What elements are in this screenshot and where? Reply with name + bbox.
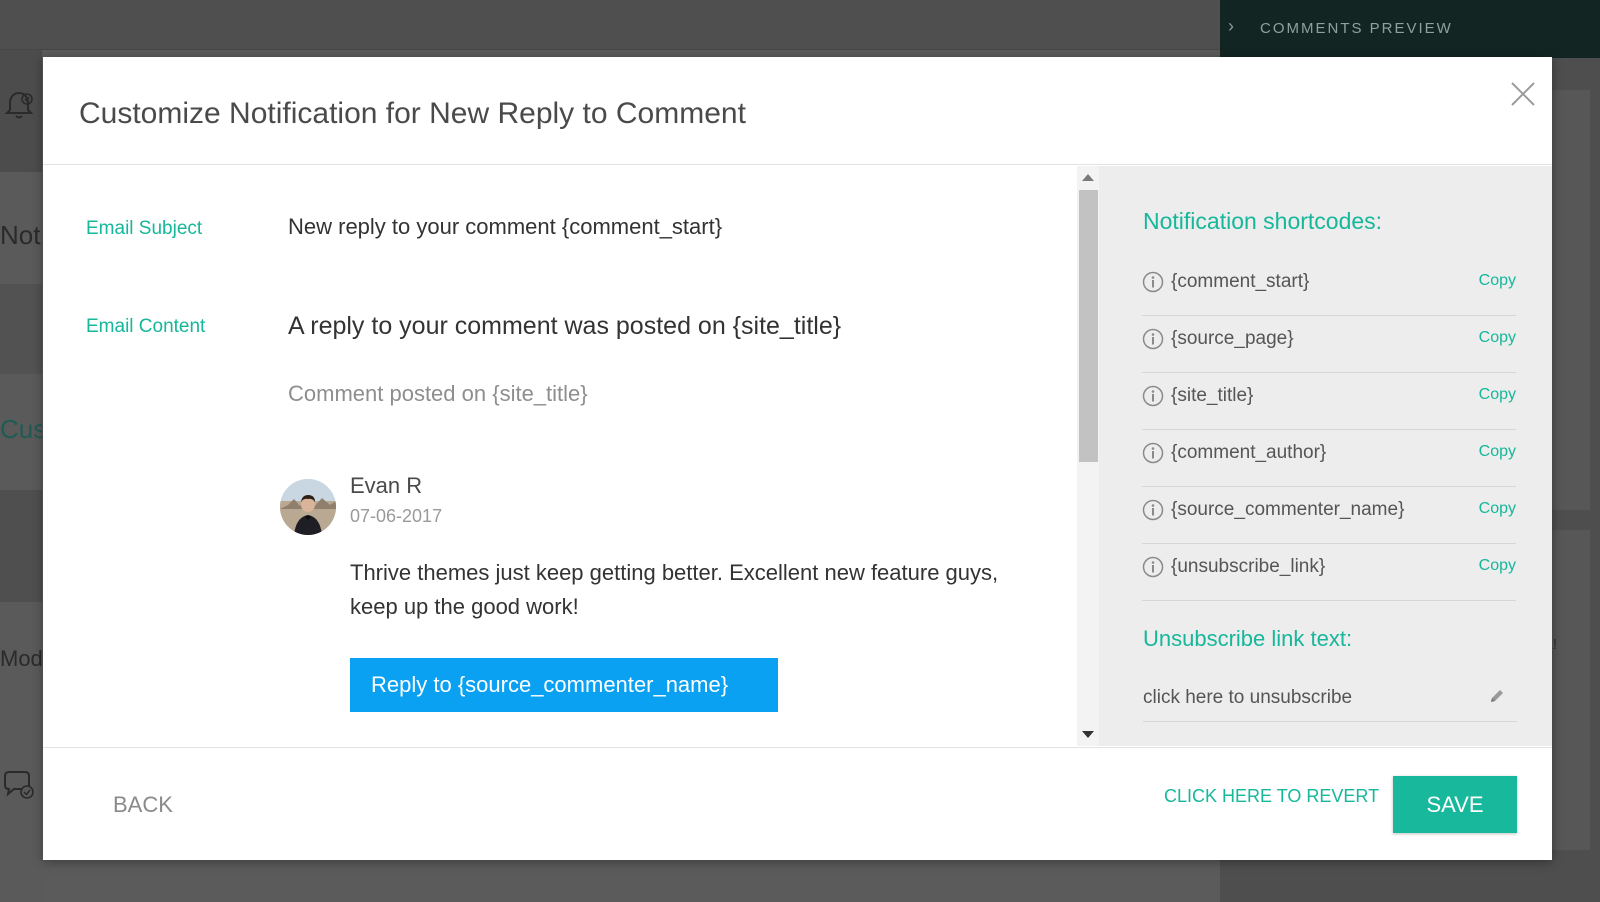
comments-preview-header[interactable]: › COMMENTS PREVIEW (1220, 0, 1600, 58)
shortcode-code: {site_title} (1171, 385, 1254, 406)
shortcode-code: {comment_author} (1171, 442, 1327, 463)
shortcode-code: {source_commenter_name} (1171, 499, 1405, 520)
modal-header: Customize Notification for New Reply to … (43, 57, 1552, 165)
save-button[interactable]: SAVE (1393, 776, 1517, 833)
background-fragment: Cus (0, 414, 47, 444)
revert-link[interactable]: CLICK HERE TO REVERT (1164, 786, 1379, 807)
modal-title: Customize Notification for New Reply to … (79, 97, 746, 130)
back-button[interactable]: BACK (113, 792, 173, 818)
copy-button[interactable]: Copy (1479, 329, 1516, 347)
email-content-label: Email Content (86, 316, 206, 337)
copy-button[interactable]: Copy (1479, 443, 1516, 461)
modal-footer: BACK CLICK HERE TO REVERT SAVE (43, 747, 1552, 860)
info-icon[interactable] (1142, 499, 1164, 521)
shortcode-row: {comment_start} Copy (1142, 258, 1516, 316)
comment-date: 07-06-2017 (350, 506, 443, 526)
background-fragment: Not (0, 220, 41, 250)
shortcode-code: {unsubscribe_link} (1171, 556, 1326, 577)
editor-scrollbar[interactable] (1077, 166, 1099, 746)
email-subject-field[interactable]: New reply to your comment {comment_start… (288, 214, 722, 240)
background-nav-block (0, 490, 42, 602)
background-topbar (0, 0, 1220, 50)
info-icon[interactable] (1142, 556, 1164, 578)
reply-button[interactable]: Reply to {source_commenter_name} (350, 658, 778, 712)
copy-button[interactable]: Copy (1479, 557, 1516, 575)
comments-preview-title: COMMENTS PREVIEW (1260, 20, 1453, 37)
shortcode-code: {source_page} (1171, 328, 1294, 349)
avatar (280, 479, 336, 535)
email-content-subheading[interactable]: Comment posted on {site_title} (288, 381, 588, 407)
unsubscribe-title: Unsubscribe link text: (1143, 626, 1353, 651)
info-icon[interactable] (1142, 271, 1164, 293)
email-subject-label: Email Subject (86, 218, 203, 239)
background-fragment: Mod (0, 646, 43, 671)
scroll-up-arrow-icon[interactable] (1082, 174, 1094, 181)
modal-body: Email Subject New reply to your comment … (43, 166, 1552, 746)
chevron-right-icon: › (1228, 16, 1234, 36)
copy-button[interactable]: Copy (1479, 386, 1516, 404)
info-icon[interactable] (1142, 385, 1164, 407)
copy-button[interactable]: Copy (1479, 272, 1516, 290)
scroll-thumb[interactable] (1079, 190, 1098, 462)
shortcode-row: {source_commenter_name} Copy (1142, 486, 1516, 544)
comments-icon (4, 771, 34, 799)
email-content-heading[interactable]: A reply to your comment was posted on {s… (288, 312, 841, 341)
shortcodes-title: Notification shortcodes: (1143, 208, 1383, 234)
shortcodes-panel: Notification shortcodes: {comment_start}… (1099, 166, 1552, 746)
background-left-nav: Not Cus Mod (0, 50, 46, 902)
comment-text[interactable]: Thrive themes just keep getting better. … (350, 556, 1040, 624)
unsubscribe-text-field[interactable]: click here to unsubscribe (1143, 672, 1517, 722)
close-icon[interactable] (1508, 79, 1538, 109)
shortcode-row: {source_page} Copy (1142, 315, 1516, 373)
shortcode-row: {unsubscribe_link} Copy (1142, 543, 1516, 601)
shortcode-code: {comment_start} (1171, 271, 1310, 292)
comment-author: Evan R (350, 473, 423, 498)
customize-notification-modal: Customize Notification for New Reply to … (43, 57, 1552, 860)
bell-icon (4, 91, 34, 119)
scroll-down-arrow-icon[interactable] (1082, 731, 1094, 738)
info-icon[interactable] (1142, 328, 1164, 350)
info-icon[interactable] (1142, 442, 1164, 464)
email-editor-pane: Email Subject New reply to your comment … (43, 166, 1077, 746)
unsubscribe-text-value: click here to unsubscribe (1143, 687, 1353, 708)
shortcode-row: {comment_author} Copy (1142, 429, 1516, 487)
background-nav-block (0, 284, 42, 374)
shortcode-row: {site_title} Copy (1142, 372, 1516, 430)
copy-button[interactable]: Copy (1479, 500, 1516, 518)
pencil-icon[interactable] (1489, 688, 1505, 704)
